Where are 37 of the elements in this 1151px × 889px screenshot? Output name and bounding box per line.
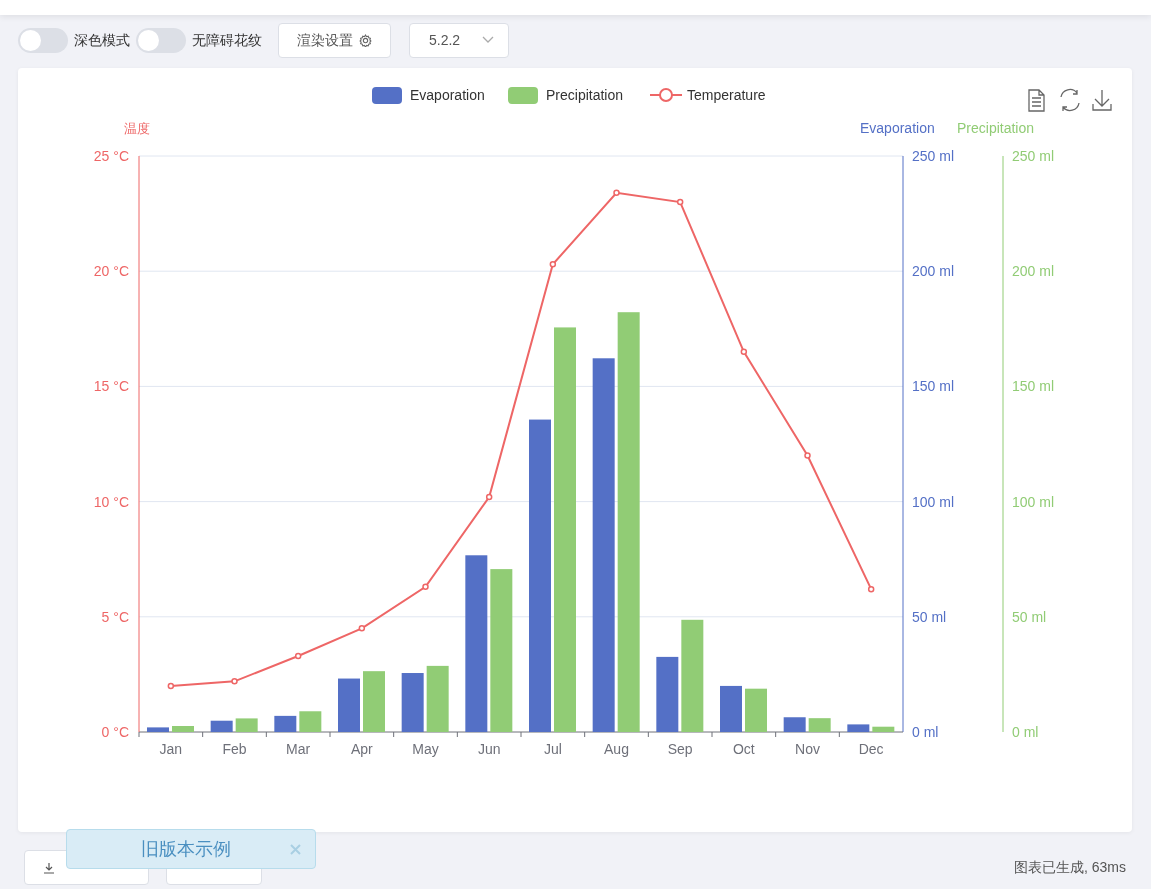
toggle-label: 无障碍花纹	[192, 30, 262, 50]
axis-tick-label: 150 ml	[1012, 378, 1055, 395]
axis-tick-label: 200 ml	[1012, 263, 1055, 280]
axis-tick-label: 150 ml	[912, 378, 955, 395]
axis-tick-label: 15 °C	[93, 378, 129, 395]
axis-tick-label: Jul	[543, 741, 562, 757]
status-text: 图表已生成, 63ms	[1014, 858, 1126, 877]
axis-tick-label: Mar	[286, 741, 311, 757]
axis-tick-label: 200 ml	[912, 263, 955, 280]
axis-tick-label: 0 ml	[1012, 724, 1039, 740]
axis-tick-label: Apr	[350, 741, 373, 757]
axis-tick-label: 25 °C	[93, 148, 129, 164]
axis-tick-label: Aug	[604, 741, 629, 757]
axis-tick-label: 100 ml	[1012, 493, 1055, 510]
axis-tick-label: Feb	[222, 741, 247, 757]
axis-tick-label: 50 ml	[912, 608, 947, 625]
axis-title: 温度	[124, 121, 150, 136]
axis-tick-label: 10 °C	[93, 493, 129, 510]
axis-tick-label: 100 ml	[912, 493, 955, 510]
axis-tick-label: 0 °C	[101, 724, 129, 740]
axis-tick-label: Sep	[667, 741, 693, 757]
axis-tick-label: 5 °C	[101, 608, 129, 625]
axis-tick-label: May	[412, 741, 439, 757]
axis-tick-label: Jun	[477, 741, 501, 757]
axis-tick-label: Dec	[858, 741, 884, 757]
axis-tick-label: 250 ml	[912, 148, 955, 164]
axis-tick-label: 20 °C	[93, 263, 129, 280]
axis-tick-label: 0 ml	[912, 724, 939, 740]
axis-tick-label: Nov	[795, 741, 820, 757]
axis-tick-label: Oct	[732, 741, 755, 757]
axis-title: Precipitation	[957, 120, 1035, 136]
toast-text: 旧版本示例	[141, 837, 231, 861]
axis-tick-label: 250 ml	[1012, 148, 1055, 164]
axis-title: Evaporation	[860, 120, 935, 136]
axis-tick-label: Jan	[159, 741, 183, 757]
toggle-label: 深色模式	[74, 30, 130, 50]
axis-tick-label: 50 ml	[1012, 608, 1047, 625]
